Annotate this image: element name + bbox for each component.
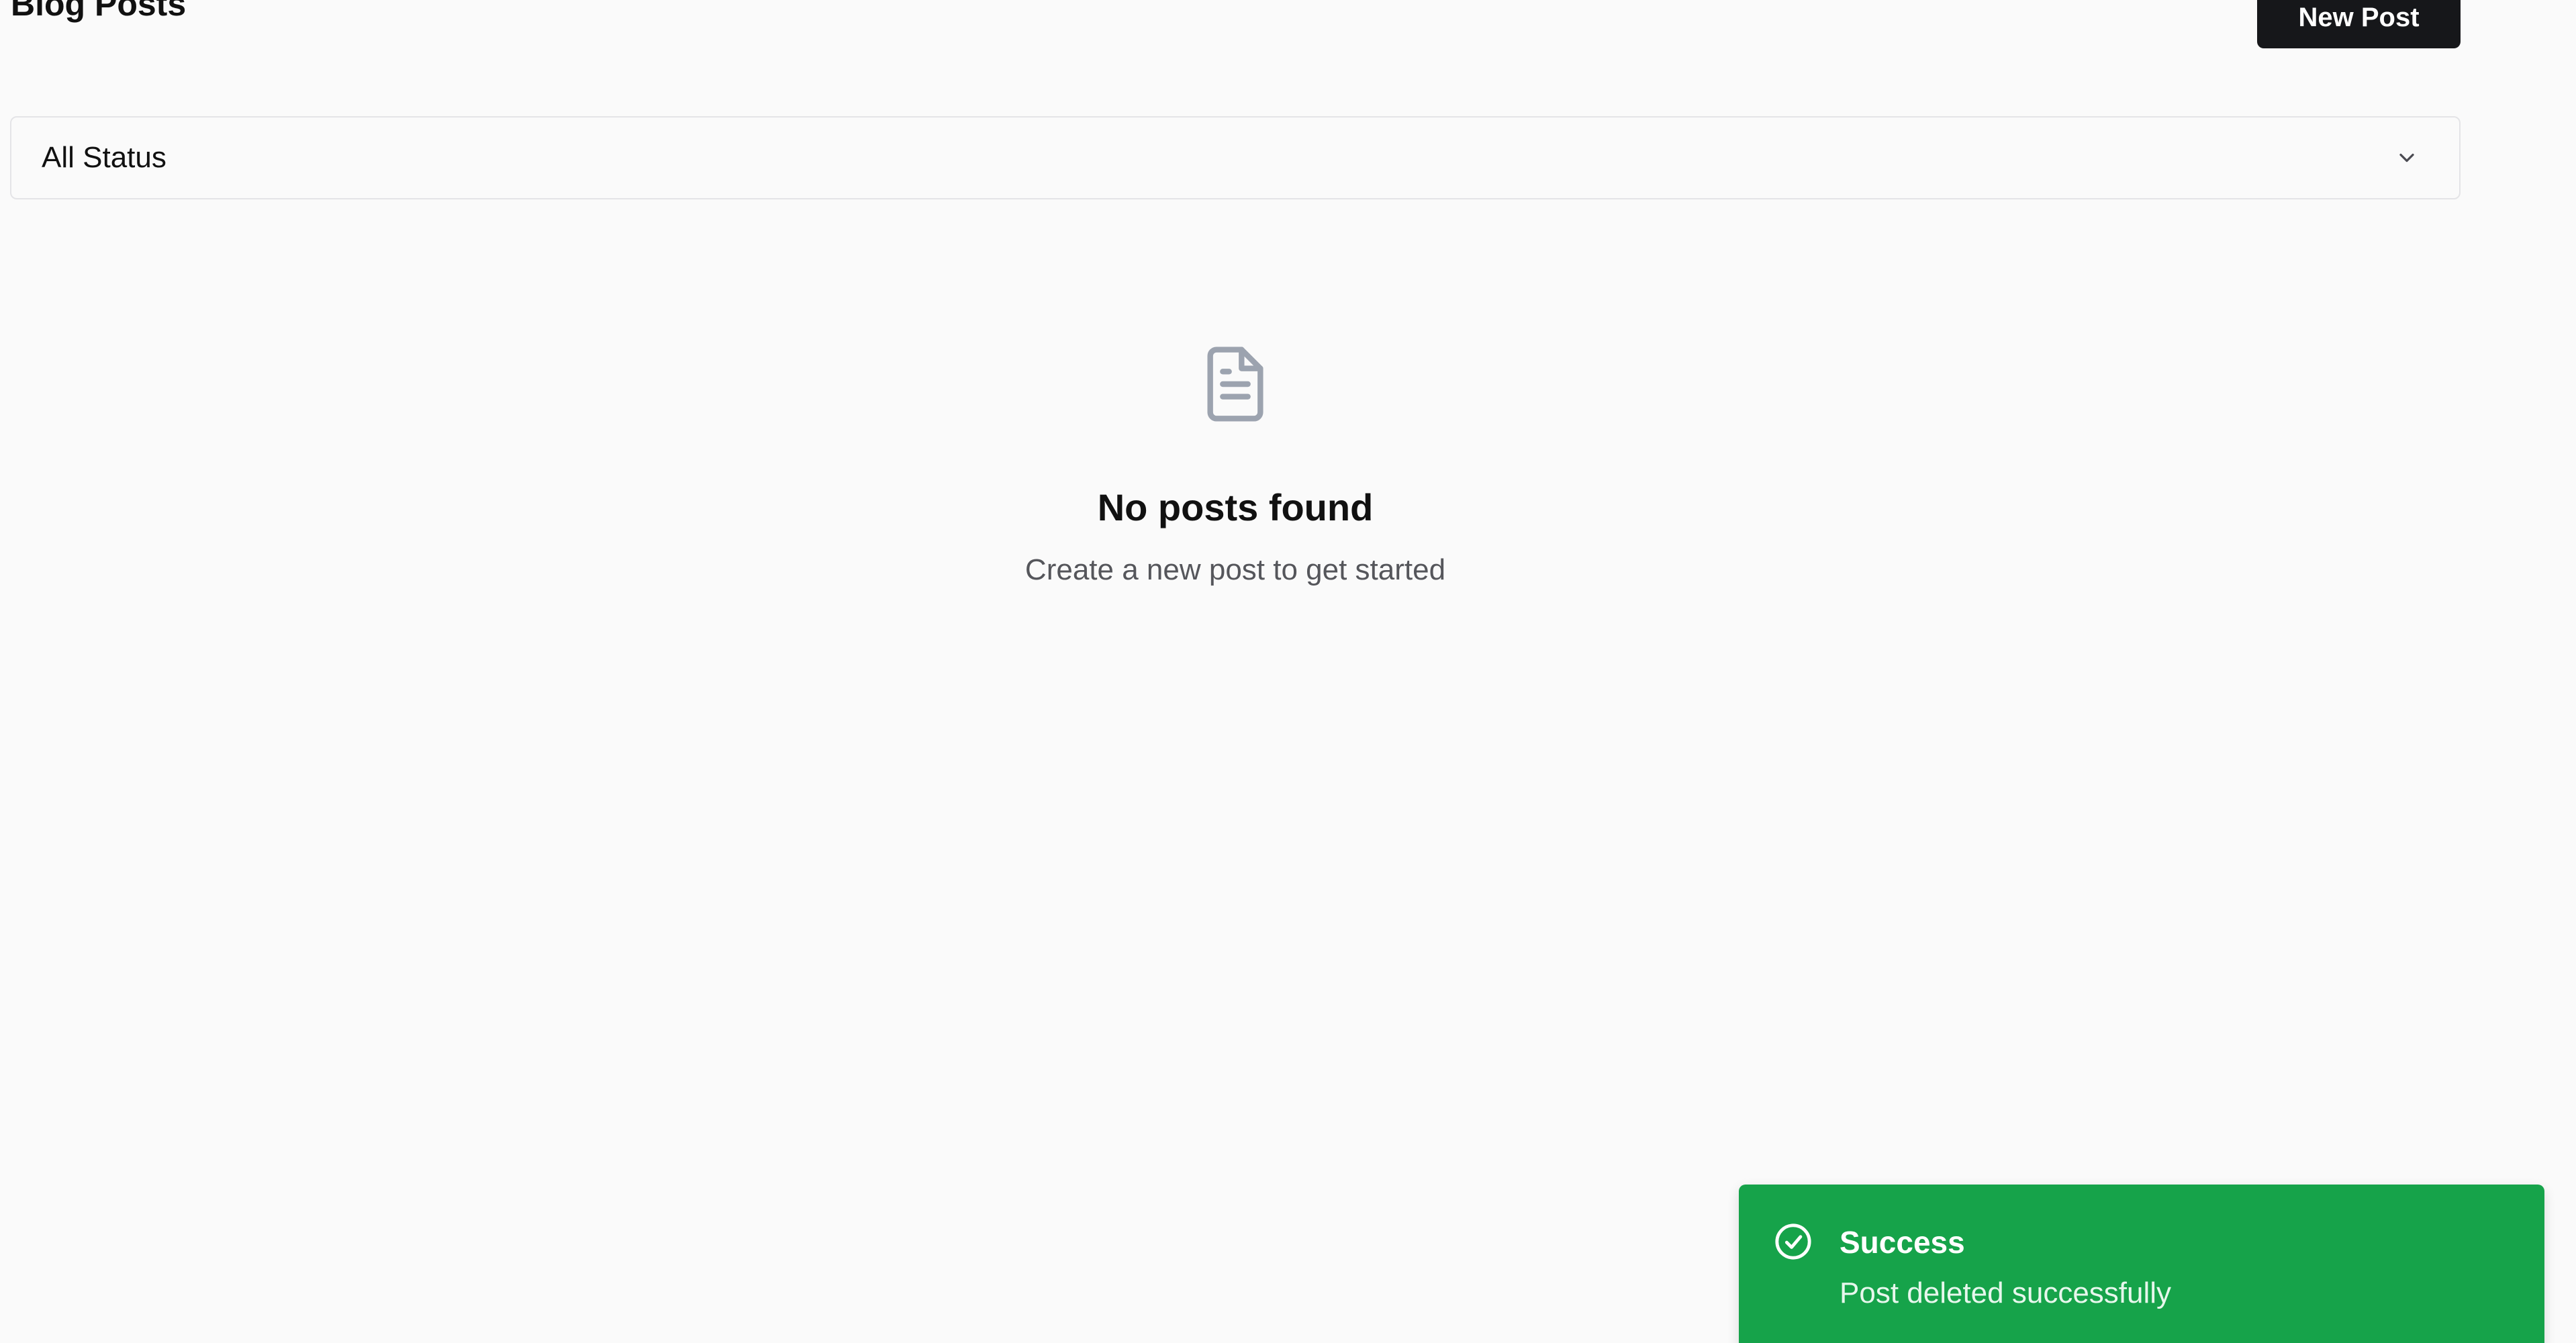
page: Blog Posts New Post All Status No posts … — [0, 0, 2576, 1343]
chevron-down-icon — [2393, 144, 2420, 171]
toast-message: Post deleted successfully — [1840, 1277, 2172, 1309]
new-post-button[interactable]: New Post — [2257, 0, 2461, 48]
status-filter-select[interactable]: All Status — [10, 116, 2461, 199]
empty-state: No posts found Create a new post to get … — [900, 342, 1571, 589]
success-toast[interactable]: Success Post deleted successfully — [1739, 1185, 2544, 1343]
empty-state-subtitle: Create a new post to get started — [1024, 553, 1446, 586]
file-text-icon — [1198, 342, 1273, 426]
page-title: Blog Posts — [11, 0, 187, 23]
status-filter-value: All Status — [42, 141, 166, 174]
toast-title: Success — [1840, 1225, 1965, 1260]
check-circle-icon — [1774, 1222, 1813, 1261]
empty-state-title: No posts found — [1097, 486, 1374, 528]
